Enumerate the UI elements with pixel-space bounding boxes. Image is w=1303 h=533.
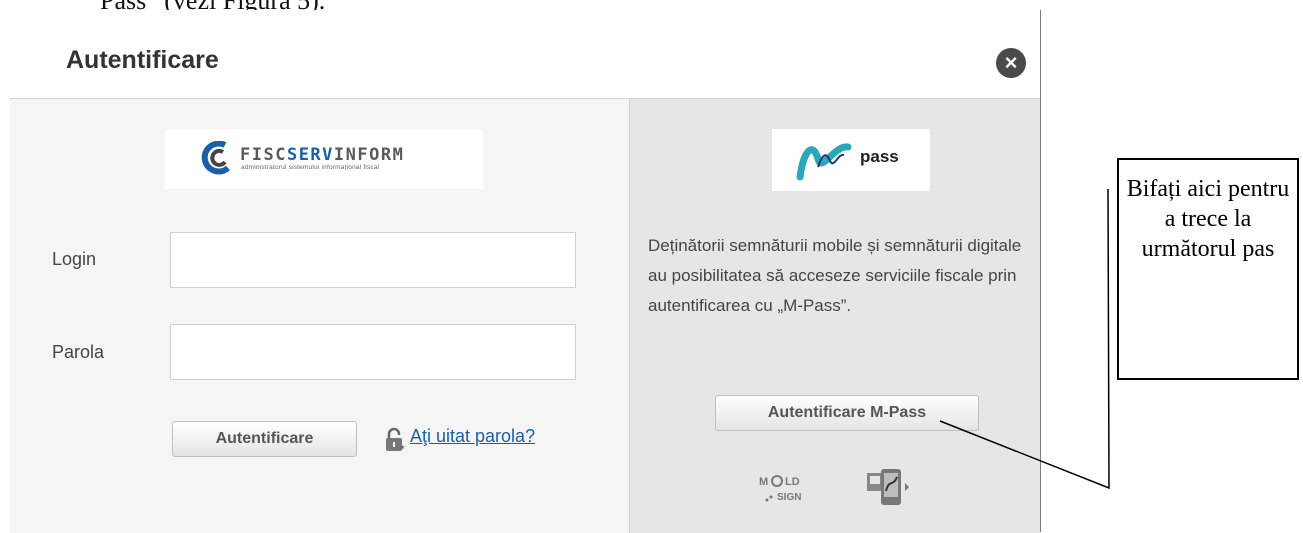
callout-pointer-line xyxy=(939,188,1110,490)
callout-annotation: Bifați aici pentru a trece la următorul … xyxy=(1117,158,1299,380)
